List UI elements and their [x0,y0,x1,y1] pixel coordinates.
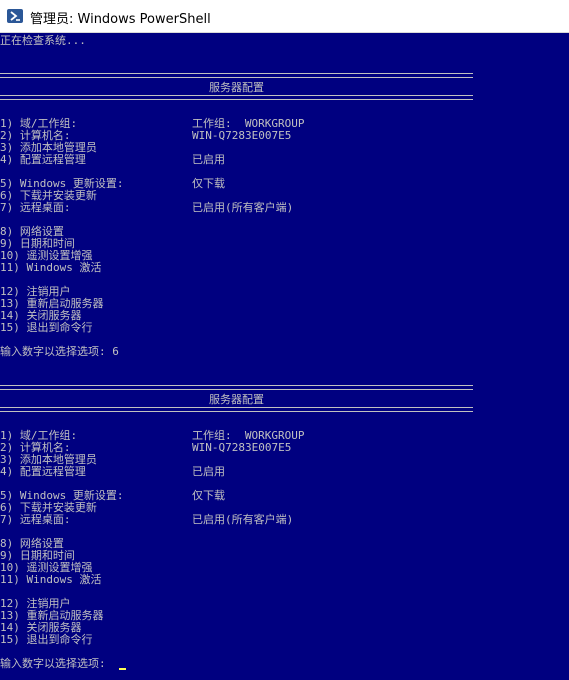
remote-management-value: 已启用 [192,465,225,478]
divider [0,99,473,100]
menu-item-15: 15) 退出到命令行 [0,633,93,646]
update-setting-value: 仅下载 [192,177,225,190]
remote-management-value: 已启用 [192,153,225,166]
menu-item-4: 4) 配置远程管理 [0,153,86,166]
divider [0,95,473,96]
menu-item-11: 11) Windows 激活 [0,573,102,586]
menu-item-11: 11) Windows 激活 [0,261,102,274]
prompt-text: 输入数字以选择选项: [0,657,106,670]
divider [0,77,473,78]
divider [0,389,473,390]
divider [0,385,473,386]
update-setting-value: 仅下载 [192,489,225,502]
menu-item-15: 15) 退出到命令行 [0,321,93,334]
computer-name-value: WIN-Q7283E007E5 [192,441,292,454]
console-area[interactable]: 正在检查系统... 服务器配置 1) 域/工作组: 2) 计算机名: 3) 添加… [0,33,569,680]
powershell-icon [7,9,23,23]
divider [0,73,473,74]
divider [0,411,473,412]
title-bar[interactable]: 管理员: Windows PowerShell [0,0,569,33]
remote-desktop-value: 已启用(所有客户端) [192,513,294,526]
checking-text: 正在检查系统... [0,34,86,47]
block-header: 服务器配置 [209,81,264,94]
window-title: 管理员: Windows PowerShell [30,12,211,27]
menu-item-7: 7) 远程桌面: [0,513,71,526]
remote-desktop-value: 已启用(所有客户端) [192,201,294,214]
menu-item-4: 4) 配置远程管理 [0,465,86,478]
block-header: 服务器配置 [209,393,264,406]
computer-name-value: WIN-Q7283E007E5 [192,129,292,142]
divider [0,407,473,408]
text-cursor [119,668,126,670]
prompt-text: 输入数字以选择选项: 6 [0,345,119,358]
menu-item-7: 7) 远程桌面: [0,201,71,214]
